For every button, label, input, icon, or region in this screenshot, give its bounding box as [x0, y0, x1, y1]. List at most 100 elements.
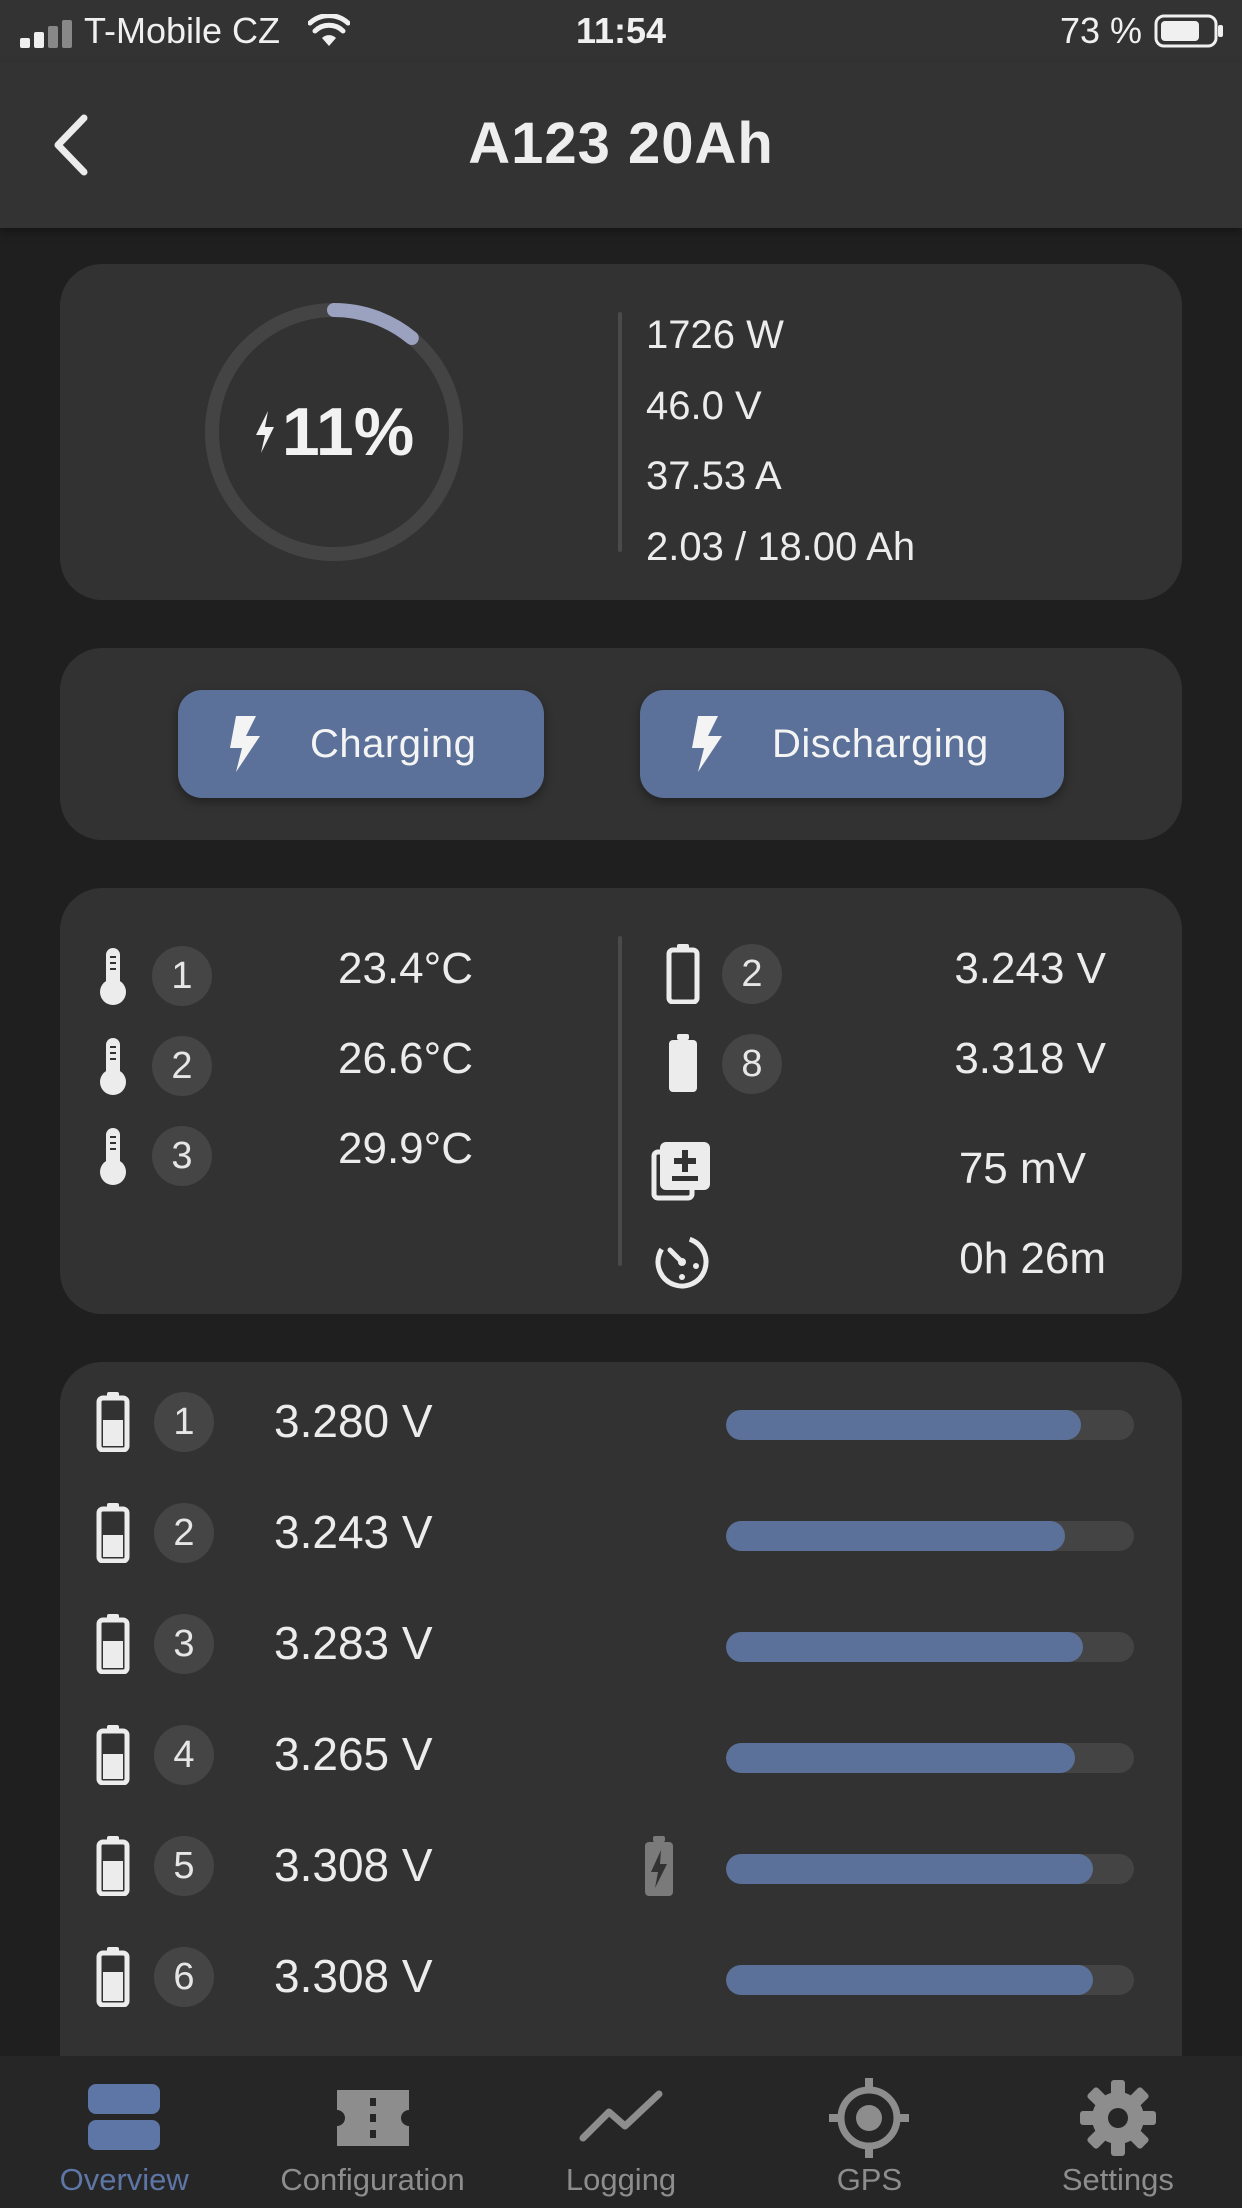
- min-cell-voltage: 3.243 V: [954, 944, 1106, 993]
- logging-icon: [579, 2090, 663, 2142]
- power-value: 1726 W: [646, 313, 784, 357]
- discharging-label: Discharging: [772, 721, 989, 766]
- cell-number-badge: 4: [154, 1725, 214, 1785]
- cell-voltage: 3.265 V: [274, 1728, 433, 1780]
- cell-number-badge: 1: [154, 1392, 214, 1452]
- tab-settings[interactable]: Settings: [994, 2056, 1242, 2208]
- cell-row: 3 3.283 V: [60, 1604, 1182, 1684]
- timer-icon: [655, 1235, 709, 1289]
- max-cell-voltage: 3.318 V: [954, 1034, 1106, 1083]
- sensor-number-badge: 3: [152, 1126, 212, 1186]
- cell-number-badge: 6: [154, 1947, 214, 2007]
- status-bar: T-Mobile CZ 11:54 73 %: [0, 0, 1242, 62]
- cell-level-fill: [726, 1410, 1081, 1440]
- mode-card: Charging Discharging: [60, 648, 1182, 840]
- tab-label: Logging: [565, 2162, 677, 2197]
- voltage-value: 46.0 V: [646, 383, 762, 428]
- battery-charging-icon: [645, 1836, 673, 1896]
- temperature-row-2: 2: [96, 1034, 212, 1098]
- cell-row: 2 3.243 V: [60, 1493, 1182, 1573]
- cell-level-fill: [726, 1521, 1065, 1551]
- lightning-bolt-icon: [692, 716, 722, 772]
- delta-voltage-icon: [651, 1142, 710, 1201]
- battery-icon: [96, 1947, 130, 2007]
- cell-level-bar: [726, 1965, 1134, 1995]
- cell-level-fill: [726, 1965, 1094, 1995]
- cell-level-bar: [726, 1743, 1134, 1773]
- configuration-icon: [336, 2090, 409, 2146]
- tab-label: GPS: [836, 2162, 903, 2197]
- overview-icon: [88, 2084, 161, 2150]
- cell-row: 6 3.308 V: [60, 1937, 1182, 2017]
- cell-number-badge: 5: [154, 1836, 214, 1896]
- cell-number-badge: 3: [154, 1614, 214, 1674]
- lightning-bolt-icon: [230, 716, 260, 772]
- max-cell-row: 8: [666, 1032, 782, 1096]
- cell-voltage: 3.243 V: [274, 1506, 433, 1558]
- sensor-number-badge: 1: [152, 946, 212, 1006]
- charging-button[interactable]: Charging: [178, 690, 544, 798]
- navigation-header: A123 20Ah: [0, 62, 1242, 228]
- charging-bolt-icon: [255, 411, 274, 453]
- page-title: A123 20Ah: [468, 111, 774, 176]
- tab-configuration[interactable]: Configuration: [248, 2056, 496, 2208]
- min-cell-row: 2: [666, 942, 782, 1006]
- summary-divider: [618, 312, 622, 552]
- temperature-divider: [618, 936, 622, 1266]
- battery-icon: [96, 1725, 130, 1785]
- current-value: 37.53 A: [646, 454, 782, 498]
- tab-logging[interactable]: Logging: [497, 2056, 745, 2208]
- cell-number-badge: 2: [722, 944, 782, 1004]
- thermometer-icon: [100, 1038, 126, 1095]
- thermometer-icon: [100, 1128, 126, 1185]
- tab-overview[interactable]: Overview: [0, 2056, 248, 2208]
- temperature-row-1: 1: [96, 944, 212, 1008]
- battery-percentage: 73 %: [1059, 10, 1142, 51]
- tab-label: Settings: [1061, 2162, 1174, 2197]
- cell-level-fill: [726, 1743, 1075, 1773]
- clock: 11:54: [575, 10, 667, 51]
- tab-label: Overview: [59, 2162, 189, 2197]
- cell-voltage: 3.308 V: [274, 1839, 433, 1891]
- battery-low-icon: [666, 944, 700, 1004]
- temperature-card: 1 23.4°C 2 26.6°C 3 29.9°C 2 3.243 V 8 3…: [60, 888, 1182, 1314]
- temperature-value: 23.4°C: [338, 944, 474, 993]
- cell-level-bar: [726, 1410, 1134, 1440]
- tab-gps[interactable]: GPS: [745, 2056, 993, 2208]
- battery-icon: [96, 1614, 130, 1674]
- battery-icon: [96, 1503, 130, 1563]
- cell-level-bar: [726, 1521, 1134, 1551]
- cell-voltage: 3.283 V: [274, 1617, 433, 1669]
- elapsed-time-value: 0h 26m: [959, 1234, 1106, 1283]
- tab-label: Configuration: [280, 2162, 465, 2197]
- charging-label: Charging: [310, 721, 477, 766]
- sensor-number-badge: 2: [152, 1036, 212, 1096]
- capacity-value: 2.03 / 18.00 Ah: [646, 524, 916, 569]
- cell-level-fill: [726, 1854, 1094, 1884]
- cell-level-fill: [726, 1632, 1083, 1662]
- cell-voltage: 3.308 V: [274, 1950, 433, 2002]
- tab-bar: Overview Configuration Logging GPS Setti…: [0, 2056, 1242, 2208]
- battery-status-icon: [1154, 14, 1223, 48]
- temperature-value: 26.6°C: [338, 1034, 474, 1083]
- cell-level-bar: [726, 1632, 1134, 1662]
- cell-level-bar: [726, 1854, 1134, 1884]
- temperature-row-3: 3: [96, 1124, 212, 1188]
- settings-icon: [1079, 2080, 1156, 2156]
- battery-icon: [96, 1836, 130, 1896]
- gps-icon: [829, 2078, 910, 2158]
- state-of-charge-value: 11%: [281, 394, 415, 470]
- battery-icon: [96, 1392, 130, 1452]
- discharging-button[interactable]: Discharging: [640, 690, 1064, 798]
- battery-full-icon: [669, 1034, 697, 1092]
- battery-summary-card: 11% 1726 W 46.0 V 37.53 A 2.03 / 18.00 A…: [60, 264, 1182, 600]
- cell-number-badge: 8: [722, 1034, 782, 1094]
- cell-row: 4 3.265 V: [60, 1715, 1182, 1795]
- summary-stats: 1726 W 46.0 V 37.53 A 2.03 / 18.00 Ah: [646, 300, 915, 582]
- cell-row: 5 3.308 V: [60, 1826, 1182, 1906]
- thermometer-icon: [100, 948, 126, 1005]
- cell-voltage: 3.280 V: [274, 1395, 433, 1447]
- cell-number-badge: 2: [154, 1503, 214, 1563]
- cell-row: 1 3.280 V: [60, 1382, 1182, 1462]
- temperature-value: 29.9°C: [338, 1124, 474, 1173]
